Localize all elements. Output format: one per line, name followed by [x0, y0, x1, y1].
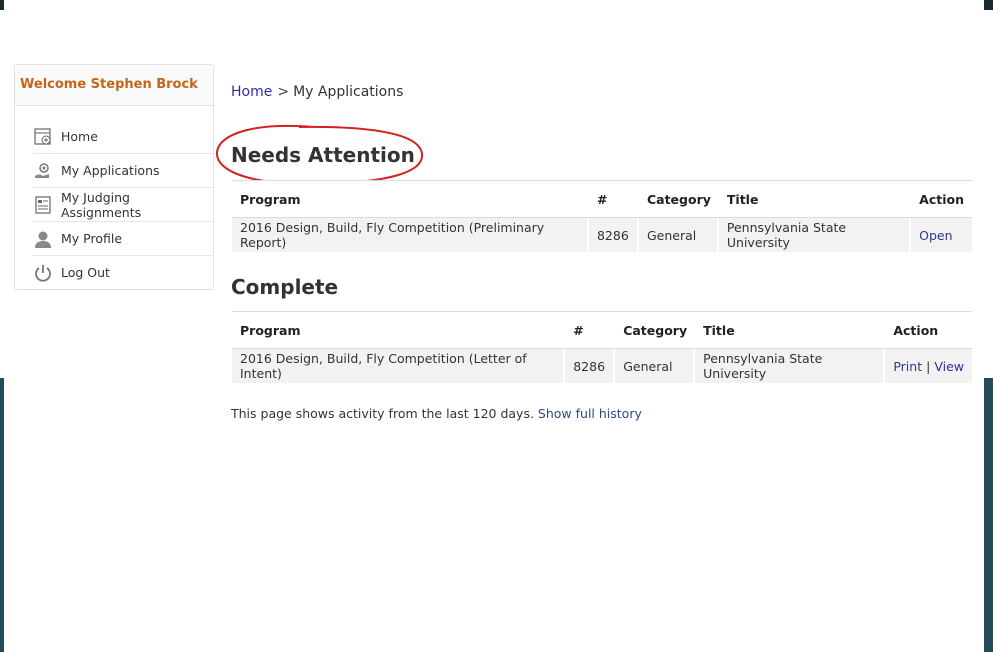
applications-icon — [33, 161, 53, 181]
sidebar-item-my-profile[interactable]: My Profile — [33, 222, 213, 256]
sidebar: Welcome Stephen Brock Home My Applicatio… — [14, 64, 214, 290]
print-link[interactable]: Print — [893, 359, 922, 374]
column-header-action: Action — [911, 180, 972, 218]
sidebar-item-label: My Applications — [61, 163, 160, 178]
cell-number: 8286 — [588, 218, 639, 252]
show-full-history-link[interactable]: Show full history — [538, 406, 642, 421]
breadcrumb: Home > My Applications — [231, 84, 403, 100]
table-row: 2016 Design, Build, Fly Competition (Let… — [232, 349, 972, 383]
history-note: This page shows activity from the last 1… — [231, 406, 642, 421]
sidebar-item-home[interactable]: Home — [33, 120, 213, 154]
breadcrumb-current: My Applications — [293, 84, 404, 100]
column-header-category: Category — [638, 180, 719, 218]
sidebar-item-label: My Profile — [61, 231, 123, 246]
sidebar-item-my-applications[interactable]: My Applications — [33, 154, 213, 188]
column-header-program: Program — [232, 311, 566, 349]
sidebar-item-label: My Judging Assignments — [61, 189, 142, 220]
column-header-action: Action — [885, 311, 972, 349]
open-link[interactable]: Open — [919, 228, 952, 243]
breadcrumb-separator: > — [277, 84, 290, 100]
welcome-text: Welcome Stephen Brock — [15, 65, 213, 106]
home-icon — [33, 127, 53, 147]
cell-title: Pennsylvania State University — [695, 349, 886, 383]
cell-category: General — [615, 349, 696, 383]
view-link[interactable]: View — [934, 359, 964, 374]
complete-table: Program # Category Title Action 2016 Des… — [232, 311, 972, 383]
judging-icon — [33, 195, 53, 215]
cell-title: Pennsylvania State University — [718, 218, 912, 252]
column-header-title: Title — [718, 180, 912, 218]
needs-attention-heading: Needs Attention — [231, 143, 415, 167]
breadcrumb-home-link[interactable]: Home — [231, 84, 272, 100]
column-header-program: Program — [232, 180, 589, 218]
table-row: 2016 Design, Build, Fly Competition (Pre… — [232, 218, 972, 252]
action-separator: | — [926, 358, 931, 374]
column-header-category: Category — [615, 311, 696, 349]
cell-number: 8286 — [565, 349, 616, 383]
column-header-number: # — [588, 180, 639, 218]
profile-icon — [33, 229, 53, 249]
cell-action: Print | View — [885, 349, 972, 383]
needs-attention-table: Program # Category Title Action 2016 Des… — [232, 180, 972, 252]
sidebar-item-label: Home — [61, 129, 98, 144]
cell-program: 2016 Design, Build, Fly Competition (Let… — [232, 349, 566, 383]
cell-action: Open — [911, 218, 972, 252]
column-header-title: Title — [695, 311, 886, 349]
cell-category: General — [638, 218, 719, 252]
cell-program: 2016 Design, Build, Fly Competition (Pre… — [232, 218, 589, 252]
complete-heading: Complete — [231, 275, 339, 299]
sidebar-nav: Home My Applications My Judging Assignme… — [33, 120, 213, 289]
sidebar-item-label: Log Out — [61, 265, 110, 280]
sidebar-item-my-judging-assignments[interactable]: My Judging Assignments — [33, 188, 213, 222]
sidebar-item-log-out[interactable]: Log Out — [33, 256, 213, 289]
power-icon — [33, 263, 53, 283]
history-note-text: This page shows activity from the last 1… — [231, 406, 534, 421]
column-header-number: # — [565, 311, 616, 349]
